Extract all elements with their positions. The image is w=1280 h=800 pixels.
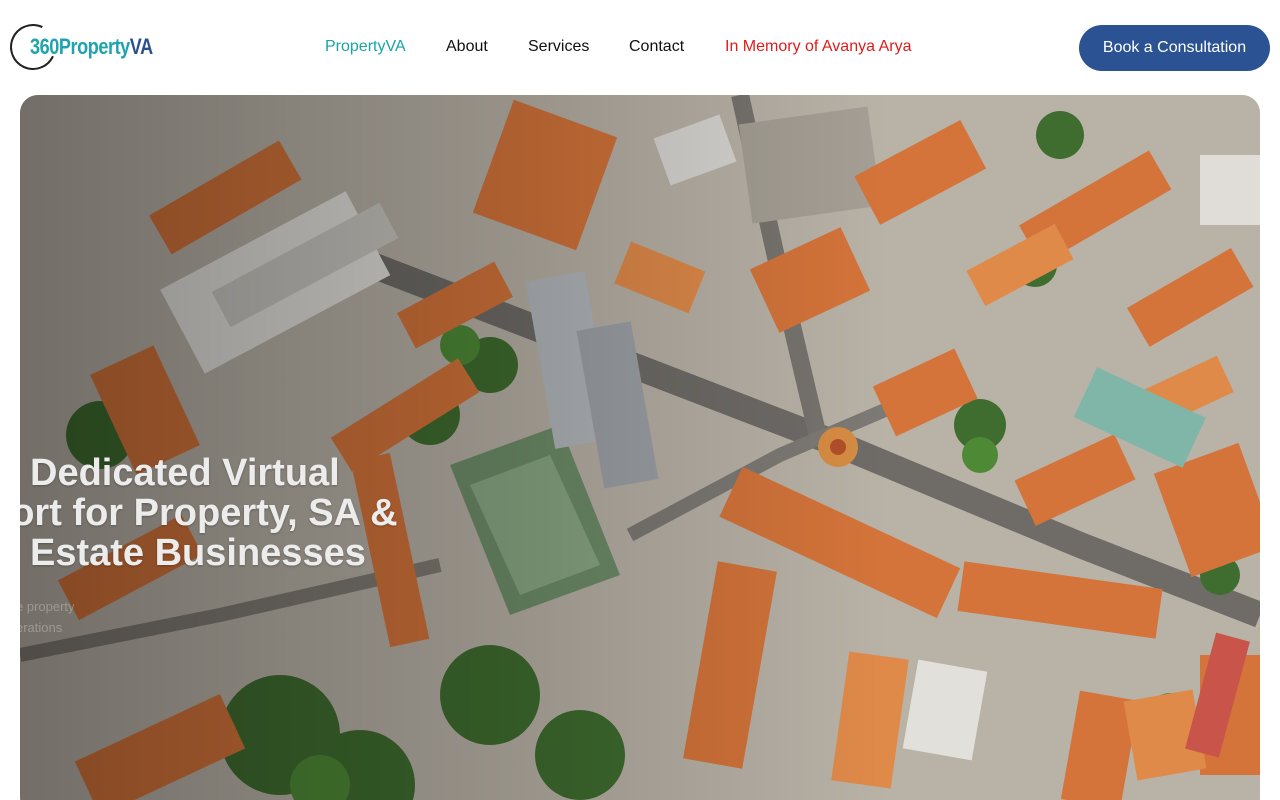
nav-item-services[interactable]: Services: [528, 37, 589, 57]
site-header: 360PropertyVA PropertyVA About Services …: [0, 0, 1280, 95]
hero-subtext-line-1: e property: [20, 599, 75, 614]
nav-item-memorial[interactable]: In Memory of Avanya Arya: [725, 37, 911, 57]
logo-part-360: 360: [30, 34, 59, 59]
hero-headline: Dedicated Virtual port for Property, SA …: [20, 453, 398, 573]
headline-line-2: port for Property, SA &: [20, 493, 398, 533]
site-logo[interactable]: 360PropertyVA: [3, 17, 170, 77]
logo-text: 360PropertyVA: [30, 34, 153, 60]
nav-item-propertyva[interactable]: PropertyVA: [325, 37, 406, 57]
hero-subtext-line-2: erations: [20, 620, 63, 635]
headline-line-2-rest: for Property, SA &: [61, 492, 398, 534]
book-consultation-button[interactable]: Book a Consultation: [1079, 25, 1270, 71]
headline-line-3: Estate Businesses: [30, 532, 366, 574]
nav-item-about[interactable]: About: [446, 37, 488, 57]
hero-overlay: [20, 95, 1260, 800]
nav-item-contact[interactable]: Contact: [629, 37, 684, 57]
hero-subtext: e property erations: [20, 596, 75, 638]
logo-part-property: Property: [58, 34, 130, 59]
logo-part-va: VA: [129, 34, 153, 59]
headline-line-2-bold: port: [20, 492, 62, 534]
headline-line-1: Dedicated Virtual: [30, 452, 340, 494]
hero-banner: Dedicated Virtual port for Property, SA …: [20, 95, 1260, 800]
